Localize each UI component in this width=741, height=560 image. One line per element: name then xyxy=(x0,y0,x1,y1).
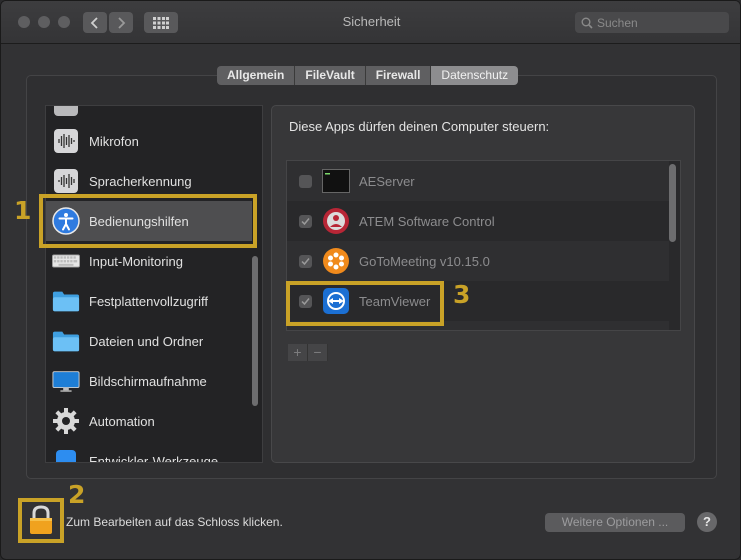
annotation-number-2: 2 xyxy=(68,480,86,509)
add-app-button[interactable]: + xyxy=(288,344,308,361)
help-button[interactable]: ? xyxy=(697,512,717,532)
folder-icon xyxy=(52,327,80,355)
sidebar-item-label: Mikrofon xyxy=(89,133,139,149)
annotation-number-1: 1 xyxy=(14,196,32,225)
title-bar: Sicherheit Suchen xyxy=(1,1,740,44)
display-icon xyxy=(52,367,80,395)
speech-waveform-icon xyxy=(52,167,80,195)
checkmark-icon xyxy=(301,257,310,265)
annotation-box-1 xyxy=(39,194,257,248)
app-checkbox[interactable] xyxy=(299,214,312,228)
annotation-number-3: 3 xyxy=(453,280,471,309)
microphone-waveform-icon xyxy=(52,127,80,155)
lock-icon xyxy=(30,505,52,534)
sidebar-item-label: Automation xyxy=(89,413,155,429)
terminal-icon xyxy=(322,167,350,195)
search-placeholder: Suchen xyxy=(597,15,638,30)
sidebar-item-label: Entwickler-Werkzeuge xyxy=(89,453,219,463)
app-name: ATEM Software Control xyxy=(359,213,495,229)
sidebar-item-festplattenvollzugriff[interactable]: Festplattenvollzugriff xyxy=(46,281,252,321)
sidebar-item-label: Dateien und Ordner xyxy=(89,333,204,349)
folder-icon xyxy=(52,287,80,315)
keyboard-icon xyxy=(52,247,80,275)
apps-heading: Diese Apps dürfen deinen Computer steuer… xyxy=(289,119,550,134)
apps-scrollbar[interactable] xyxy=(669,164,676,242)
remove-app-button[interactable]: − xyxy=(308,344,328,361)
sidebar-item-label: Bildschirmaufnahme xyxy=(89,373,207,389)
developer-tools-icon xyxy=(52,447,80,462)
privacy-category-list[interactable]: Mikrofon Spracherkennung Bedienungshilfe… xyxy=(45,105,263,463)
gotomeeting-icon xyxy=(322,247,350,275)
sidebar-item-mikrofon[interactable]: Mikrofon xyxy=(46,121,252,161)
sidebar-item-label: Spracherkennung xyxy=(89,173,192,189)
sidebar-item-dateien-und-ordner[interactable]: Dateien und Ordner xyxy=(46,321,252,361)
app-name: GoToMeeting v10.15.0 xyxy=(359,253,490,269)
gear-icon xyxy=(52,407,80,435)
app-row-atem[interactable]: ATEM Software Control xyxy=(287,201,669,241)
app-name: AEServer xyxy=(359,173,415,189)
sidebar-scrollbar[interactable] xyxy=(252,256,258,406)
checkmark-icon xyxy=(301,217,310,225)
tab-firewall[interactable]: Firewall xyxy=(365,66,432,85)
search-icon xyxy=(581,17,593,29)
tab-bar: Allgemein FileVault Firewall Datenschutz xyxy=(217,66,519,85)
sidebar-item-label: Input-Monitoring xyxy=(89,253,183,269)
tab-filevault[interactable]: FileVault xyxy=(295,66,366,85)
lock-button[interactable] xyxy=(27,504,55,541)
lock-hint: Zum Bearbeiten auf das Schloss klicken. xyxy=(66,515,283,529)
tab-allgemein[interactable]: Allgemein xyxy=(217,66,296,85)
sidebar-item-bildschirmaufnahme[interactable]: Bildschirmaufnahme xyxy=(46,361,252,401)
app-checkbox[interactable] xyxy=(299,174,312,188)
advanced-options-button[interactable]: Weitere Optionen ... xyxy=(545,513,685,532)
sidebar-item-entwickler-werkzeuge[interactable]: Entwickler-Werkzeuge xyxy=(46,441,252,463)
sidebar-item-automation[interactable]: Automation xyxy=(46,401,252,441)
app-checkbox[interactable] xyxy=(299,254,312,268)
app-row-aeserver[interactable]: AEServer xyxy=(287,161,669,201)
tab-datenschutz[interactable]: Datenschutz xyxy=(431,66,519,85)
atem-icon xyxy=(322,207,350,235)
sidebar-item-label: Festplattenvollzugriff xyxy=(89,293,208,309)
search-field[interactable]: Suchen xyxy=(575,12,729,33)
add-remove-controls: + − xyxy=(288,344,328,361)
app-row-gotomeeting[interactable]: GoToMeeting v10.15.0 xyxy=(287,241,669,281)
generic-app-icon xyxy=(52,106,80,118)
annotation-box-3 xyxy=(286,281,444,326)
preferences-window: Sicherheit Suchen Allgemein FileVault Fi… xyxy=(0,0,741,560)
